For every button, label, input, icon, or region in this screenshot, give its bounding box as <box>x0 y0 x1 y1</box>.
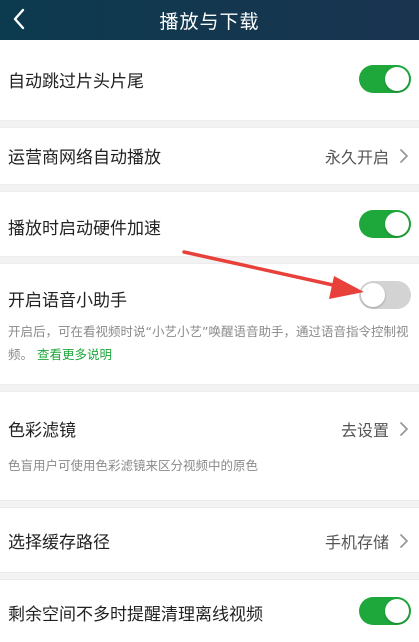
setting-low-space-reminder-label: 剩余空间不多时提醒清理离线视频 <box>8 605 263 625</box>
section-divider <box>0 120 419 128</box>
carrier-autoplay-value: 永久开启 <box>324 148 389 167</box>
back-button[interactable] <box>6 6 32 32</box>
color-filter-description: 色盲用户可使用色彩滤镜来区分视频中的原色 <box>8 458 259 473</box>
section-divider <box>0 184 419 192</box>
setting-voice-assistant-label: 开启语音小助手 <box>8 291 127 311</box>
setting-carrier-autoplay-label: 运营商网络自动播放 <box>8 148 161 168</box>
setting-color-filter-label: 色彩滤镜 <box>8 421 76 441</box>
toggle-knob <box>385 599 409 623</box>
section-divider <box>0 256 419 264</box>
chevron-left-icon <box>13 8 25 30</box>
low-space-reminder-toggle[interactable] <box>359 597 411 625</box>
setting-hw-accel: 播放时启动硬件加速 <box>0 192 419 256</box>
skip-intro-toggle[interactable] <box>359 65 411 93</box>
title-bar: 播放与下载 <box>0 0 419 40</box>
setting-color-filter[interactable]: 色彩滤镜 去设置 色盲用户可使用色彩滤镜来区分视频中的原色 <box>0 392 419 500</box>
setting-hw-accel-label: 播放时启动硬件加速 <box>8 219 161 239</box>
setting-skip-intro: 自动跳过片头片尾 <box>0 40 419 120</box>
hw-accel-toggle[interactable] <box>359 210 411 238</box>
chevron-right-icon <box>400 422 408 436</box>
toggle-knob <box>385 212 409 236</box>
setting-cache-path[interactable]: 选择缓存路径 手机存储 <box>0 508 419 572</box>
toggle-knob <box>361 283 385 307</box>
setting-voice-assistant: 开启语音小助手 开启后，可在看视频时说“小艺小艺”唤醒语音助手，通过语音指令控制… <box>0 264 419 384</box>
setting-low-space-reminder: 剩余空间不多时提醒清理离线视频 <box>0 580 419 642</box>
toggle-knob <box>385 67 409 91</box>
setting-carrier-autoplay[interactable]: 运营商网络自动播放 永久开启 <box>0 128 419 184</box>
chevron-right-icon <box>400 149 408 163</box>
more-info-link[interactable]: 查看更多说明 <box>37 347 112 362</box>
section-divider <box>0 572 419 580</box>
color-filter-value: 去设置 <box>340 421 389 440</box>
page-title: 播放与下载 <box>159 10 260 33</box>
cache-path-value: 手机存储 <box>324 533 389 552</box>
section-divider <box>0 384 419 392</box>
voice-assistant-description: 开启后，可在看视频时说“小艺小艺”唤醒语音助手，通过语音指令控制视频。 查看更多… <box>8 320 413 366</box>
setting-cache-path-label: 选择缓存路径 <box>8 533 110 553</box>
chevron-right-icon <box>400 534 408 548</box>
section-divider <box>0 500 419 508</box>
setting-skip-intro-label: 自动跳过片头片尾 <box>8 72 144 92</box>
voice-assistant-toggle[interactable] <box>359 281 411 309</box>
